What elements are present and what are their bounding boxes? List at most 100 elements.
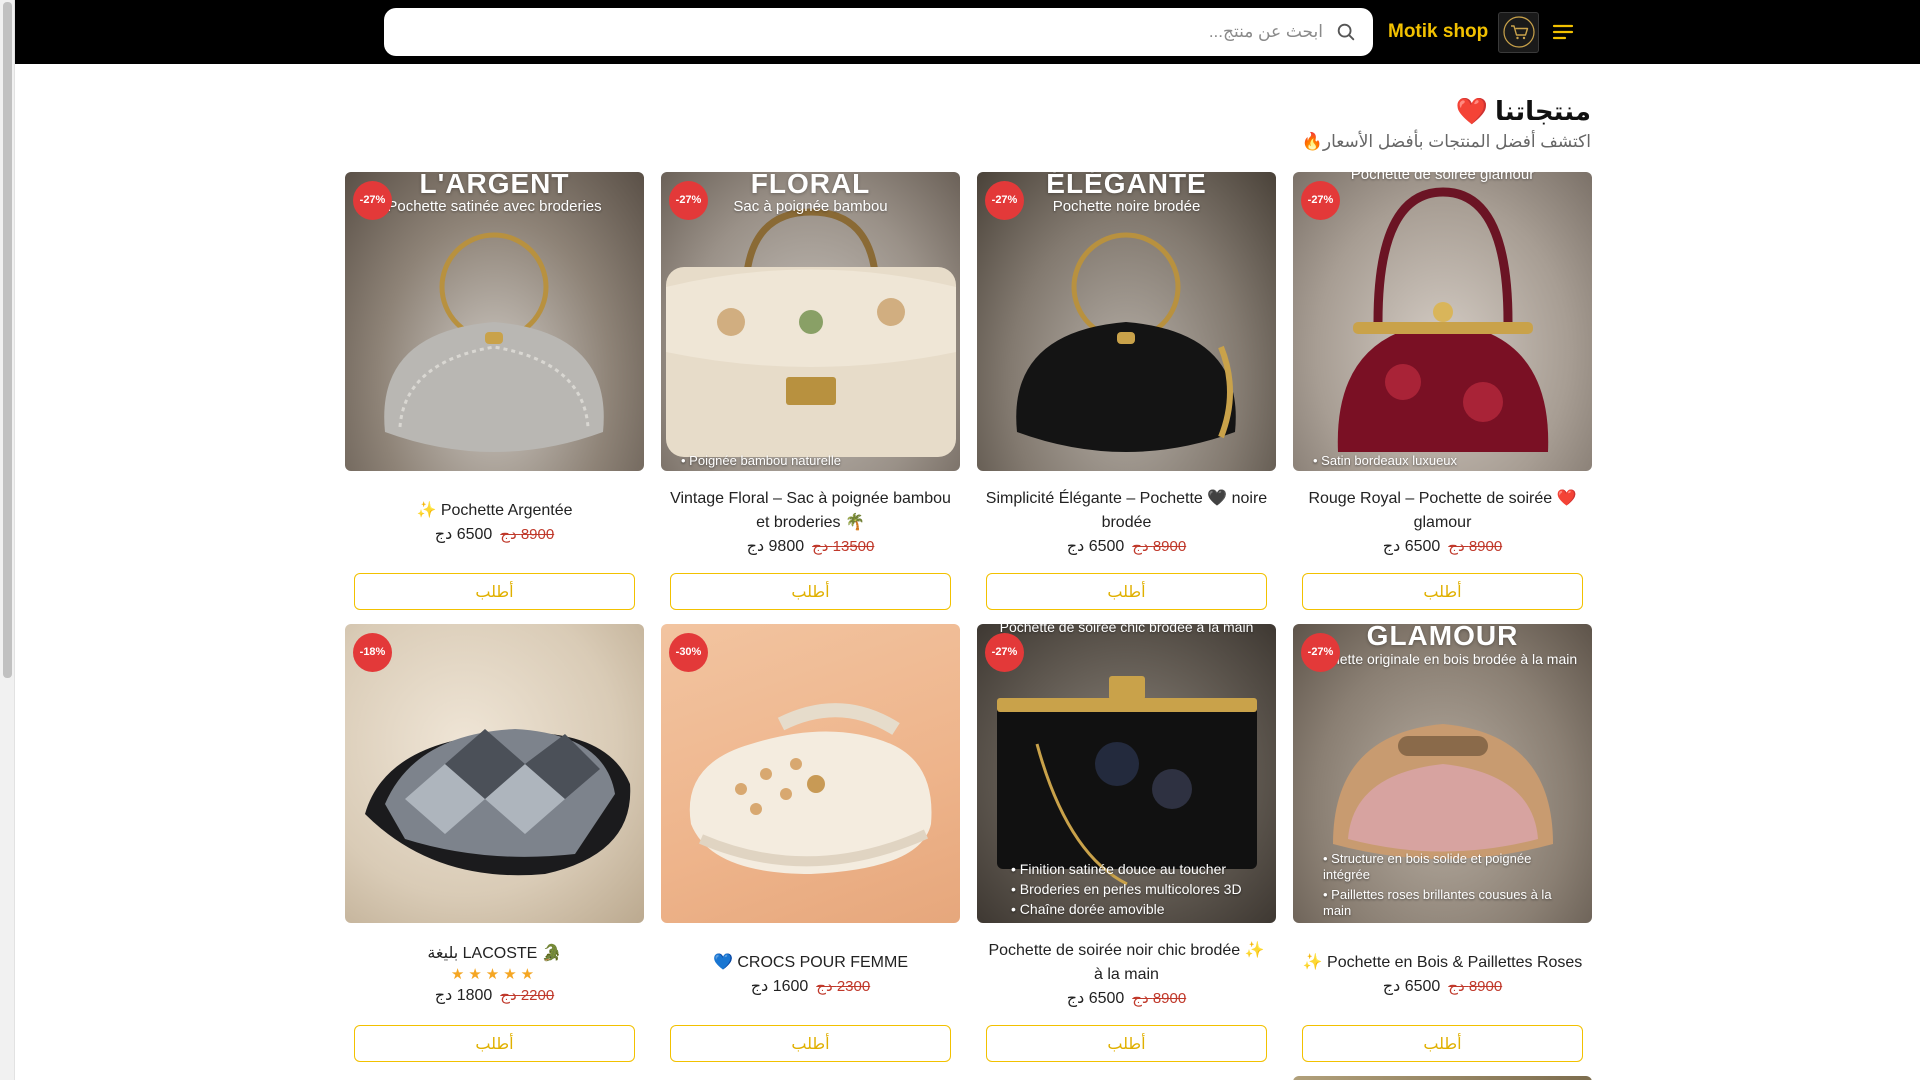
discount-badge: -27% [1301,633,1340,672]
product-old-price: 8900 دج [1132,538,1187,555]
brand-name[interactable]: Motik shop [1388,21,1488,43]
order-button[interactable]: أطلب [986,1025,1267,1062]
image-bullet: • Broderies en perles multicolores 3D [1011,881,1242,897]
product-info: Rouge Royal – Pochette de soirée ❤️ glam… [1293,475,1592,571]
search-input[interactable]: ابحث عن منتج... [1209,8,1323,56]
discount-badge: -27% [1301,181,1340,220]
price-row: 1600 دج 2300 دج [751,975,870,999]
image-subtitle: Pochette satinée avec broderies [387,198,602,215]
product-price: 6500 دج [1382,978,1441,995]
image-bullet: • Finition satinée douce au toucher [1011,861,1227,877]
image-bullets: • Structure en bois solide et poignée in… [1323,851,1572,919]
next-product-image-partial [1293,1076,1592,1080]
discount-badge: -18% [353,633,392,672]
image-subtitle: Pochette de soirée chic brodée à la main [999,624,1254,635]
product-card[interactable]: Pochette de soirée chic brodée à la main… [977,624,1276,1064]
image-subtitle: Pochette de soirée glamour [1350,172,1535,183]
price-row: 6500 دج 8900 دج [1383,535,1502,559]
product-price: 9800 دج [746,538,805,555]
discount-badge: -27% [985,181,1024,220]
order-button[interactable]: أطلب [670,1025,951,1062]
product-card[interactable]: L'ARGENT Pochette satinée avec broderies… [345,172,644,612]
product-info: Pochette de soirée noir chic brodée ✨ à … [977,927,1276,1023]
product-info: ✨ Pochette Argentée 6500 دج 8900 دج [345,475,644,571]
order-button[interactable]: أطلب [354,1025,635,1062]
product-image[interactable]: GLAMOUR Pochette originale en bois brodé… [1293,624,1592,923]
product-old-price: 13500 دج [812,538,875,555]
product-old-price: 2300 دج [816,978,871,995]
image-bullet: • Paillettes roses brillantes cousues à … [1323,887,1552,918]
image-subtitle: Pochette noire brodée [1052,198,1201,215]
image-caption: • Satin bordeaux luxueux [1313,453,1458,468]
product-name[interactable]: Simplicité Élégante – Pochette 🖤 noire b… [977,487,1276,535]
slide-sandal-illustration [365,729,631,876]
product-old-price: 8900 دج [500,526,555,543]
clutch-illustration [1016,232,1236,452]
product-old-price: 8900 دج [1448,978,1503,995]
price-row: 6500 دج 8900 دج [1067,987,1186,1011]
product-old-price: 8900 دج [1132,990,1187,1007]
order-button[interactable]: أطلب [670,573,951,610]
discount-badge: -27% [985,633,1024,672]
product-info: Simplicité Élégante – Pochette 🖤 noire b… [977,475,1276,571]
product-card[interactable]: -18% بليغة LACOSTE 🐊 ★★★★★ 1800 دج 2200 … [345,624,644,1064]
product-card[interactable]: Pochette de soirée glamour • Satin borde… [1293,172,1592,612]
price-row: 6500 دج 8900 دج [1067,535,1186,559]
product-image[interactable]: -30% [661,624,960,923]
image-bullet: • Chaîne dorée amovible [1011,901,1165,917]
order-button[interactable]: أطلب [986,573,1267,610]
order-button[interactable]: أطلب [1302,1025,1583,1062]
brand[interactable]: Motik shop [1388,10,1540,54]
product-old-price: 8900 دج [1448,538,1503,555]
product-info: 💙 CROCS POUR FEMME 1600 دج 2300 دج [661,927,960,1023]
product-price: 6500 دج [1382,538,1441,555]
product-image[interactable]: ÉLÉGANTE Pochette noire brodée -27% [977,172,1276,471]
product-image[interactable]: Pochette de soirée chic brodée à la main… [977,624,1276,923]
discount-badge: -27% [669,181,708,220]
image-caption: • Poignée bambou naturelle [681,453,841,468]
product-price: 6500 دج [434,526,493,543]
discount-badge: -30% [669,633,708,672]
product-name[interactable]: Vintage Floral – Sac à poignée bambou et… [661,487,960,535]
search-icon[interactable] [1335,21,1357,43]
product-info: بليغة LACOSTE 🐊 ★★★★★ 1800 دج 2200 دج [345,927,644,1023]
order-button[interactable]: أطلب [1302,573,1583,610]
image-subtitle: Pochette originale en bois brodée à la m… [1307,651,1578,667]
product-card[interactable]: GLAMOUR Pochette originale en bois brodé… [1293,624,1592,1064]
product-name[interactable]: Pochette de soirée noir chic brodée ✨ à … [977,939,1276,987]
image-subtitle: Sac à poignée bambou [733,198,888,215]
cart-logo-icon [1503,16,1535,48]
price-row: 9800 دج 13500 دج [747,535,875,559]
product-name[interactable]: بليغة LACOSTE 🐊 [421,942,567,966]
clutch-illustration [384,232,604,452]
hamburger-menu-icon[interactable] [1551,21,1575,43]
search-bar[interactable]: ابحث عن منتج... [384,8,1373,56]
discount-badge: -27% [353,181,392,220]
scrollbar-thumb[interactable] [3,2,12,678]
section-title: منتجاتنا ❤️ [1455,96,1591,126]
product-card[interactable]: FLORAL Sac à poignée bambou • Poignée ba… [661,172,960,612]
product-image[interactable]: L'ARGENT Pochette satinée avec broderies… [345,172,644,471]
product-card[interactable]: ÉLÉGANTE Pochette noire brodée -27% Simp… [977,172,1276,612]
product-price: 1600 دج [750,978,809,995]
product-image[interactable]: FLORAL Sac à poignée bambou • Poignée ba… [661,172,960,471]
clog-illustration [689,703,932,874]
page-scrollbar[interactable] [0,0,15,1080]
product-old-price: 2200 دج [500,987,555,1004]
product-name[interactable]: 💙 CROCS POUR FEMME [707,951,914,975]
product-name[interactable]: Rouge Royal – Pochette de soirée ❤️ glam… [1293,487,1592,535]
handbag-illustration [666,208,956,457]
product-image[interactable]: Pochette de soirée glamour • Satin borde… [1293,172,1592,471]
product-info: ✨ Pochette en Bois & Paillettes Roses 65… [1293,927,1592,1023]
product-card[interactable]: -30% 💙 CROCS POUR FEMME 1600 دج 2300 دج … [661,624,960,1064]
order-button[interactable]: أطلب [354,573,635,610]
handbag-illustration [1337,187,1549,452]
product-price: 6500 دج [1066,538,1125,555]
product-name[interactable]: ✨ Pochette en Bois & Paillettes Roses [1297,951,1589,975]
image-bullets: • Finition satinée douce au toucher • Br… [1011,859,1242,919]
product-image[interactable]: -18% [345,624,644,923]
price-row: 1800 دج 2200 دج [435,984,554,1008]
shop-logo[interactable] [1498,11,1540,53]
price-row: 6500 دج 8900 دج [435,523,554,547]
product-name[interactable]: ✨ Pochette Argentée [410,499,578,523]
